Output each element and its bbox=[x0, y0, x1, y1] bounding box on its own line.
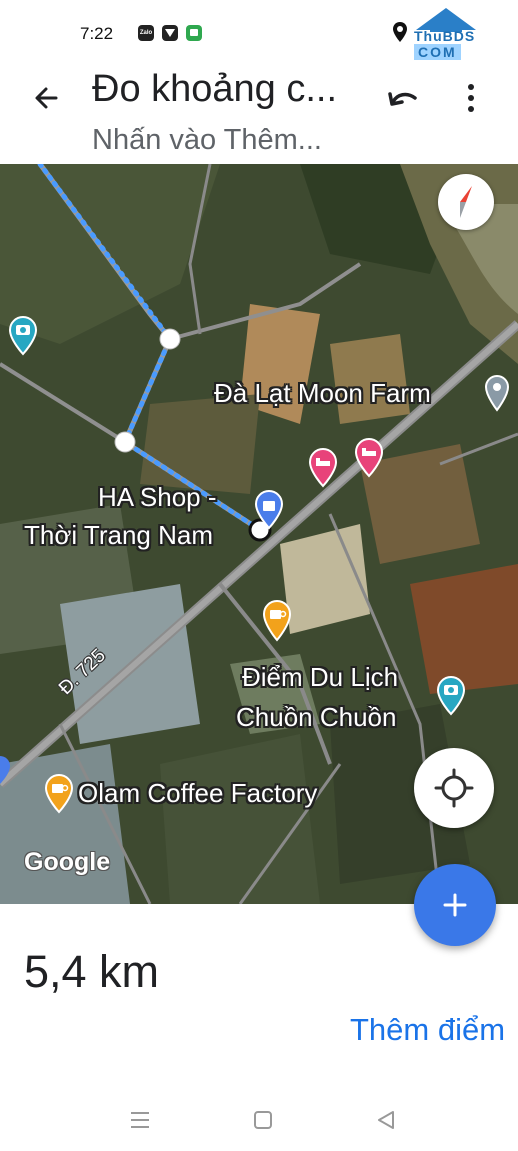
location-icon bbox=[393, 22, 407, 47]
route-point[interactable] bbox=[159, 328, 181, 350]
shield-icon bbox=[162, 25, 178, 41]
place-pin-icon[interactable] bbox=[484, 374, 510, 412]
camera-pin-icon[interactable] bbox=[8, 316, 38, 356]
system-nav-bar bbox=[0, 1090, 518, 1151]
zalo-icon: Zalo bbox=[138, 25, 154, 41]
page-subtitle: Nhấn vào Thêm... bbox=[92, 124, 322, 156]
poi-label-ha-shop[interactable]: HA Shop - bbox=[98, 482, 217, 513]
home-icon[interactable] bbox=[251, 1108, 275, 1132]
compass-button[interactable] bbox=[438, 174, 494, 230]
distance-value: 5,4 km bbox=[24, 946, 160, 997]
message-icon bbox=[186, 25, 202, 41]
watermark-logo: ThuBDS COM bbox=[408, 4, 486, 62]
more-options-button[interactable] bbox=[456, 76, 486, 120]
more-vert-icon bbox=[468, 84, 474, 112]
shop-pin-icon[interactable] bbox=[254, 490, 284, 530]
poi-label-moon-farm[interactable]: Đà Lạt Moon Farm bbox=[214, 378, 431, 409]
back-button[interactable] bbox=[28, 80, 64, 116]
undo-button[interactable] bbox=[383, 80, 423, 116]
camera-pin-icon[interactable] bbox=[436, 676, 466, 716]
add-point-link[interactable]: Thêm điểm bbox=[350, 1012, 505, 1048]
undo-icon bbox=[388, 92, 417, 106]
add-point-fab[interactable] bbox=[414, 864, 496, 946]
cafe-pin-icon[interactable] bbox=[262, 600, 292, 642]
status-app-icons: Zalo bbox=[138, 25, 202, 41]
google-logo: Google bbox=[24, 848, 111, 876]
my-location-button[interactable] bbox=[414, 748, 494, 828]
map-view[interactable]: Đà Lạt Moon Farm HA Shop - Thời Trang Na… bbox=[0, 164, 518, 904]
page-title: Đo khoảng c... bbox=[92, 68, 338, 110]
plus-icon bbox=[443, 893, 467, 917]
poi-label-chuon-chuon-2[interactable]: Chuồn Chuồn bbox=[236, 702, 396, 733]
back-arrow-icon bbox=[35, 87, 58, 109]
app-bar: Đo khoảng c... Nhấn vào Thêm... bbox=[0, 60, 518, 164]
menu-icon[interactable] bbox=[128, 1108, 152, 1132]
watermark-com: COM bbox=[414, 44, 461, 60]
my-location-icon bbox=[434, 768, 474, 808]
route-point[interactable] bbox=[114, 431, 136, 453]
cafe-pin-icon[interactable] bbox=[44, 774, 74, 814]
poi-label-olam[interactable]: Olam Coffee Factory bbox=[78, 778, 317, 809]
hotel-pin-icon[interactable] bbox=[308, 448, 338, 488]
watermark-text: ThuBDS bbox=[414, 28, 476, 44]
compass-icon bbox=[460, 186, 472, 218]
poi-label-ha-shop-2[interactable]: Thời Trang Nam bbox=[24, 520, 213, 551]
shop-pin-icon[interactable] bbox=[0, 756, 12, 786]
hotel-pin-icon[interactable] bbox=[354, 438, 384, 478]
status-bar: 7:22 Zalo ThuBDS COM bbox=[0, 0, 518, 60]
back-triangle-icon[interactable] bbox=[374, 1108, 398, 1132]
status-time: 7:22 bbox=[80, 24, 114, 43]
poi-label-chuon-chuon[interactable]: Điểm Du Lịch bbox=[242, 662, 398, 693]
